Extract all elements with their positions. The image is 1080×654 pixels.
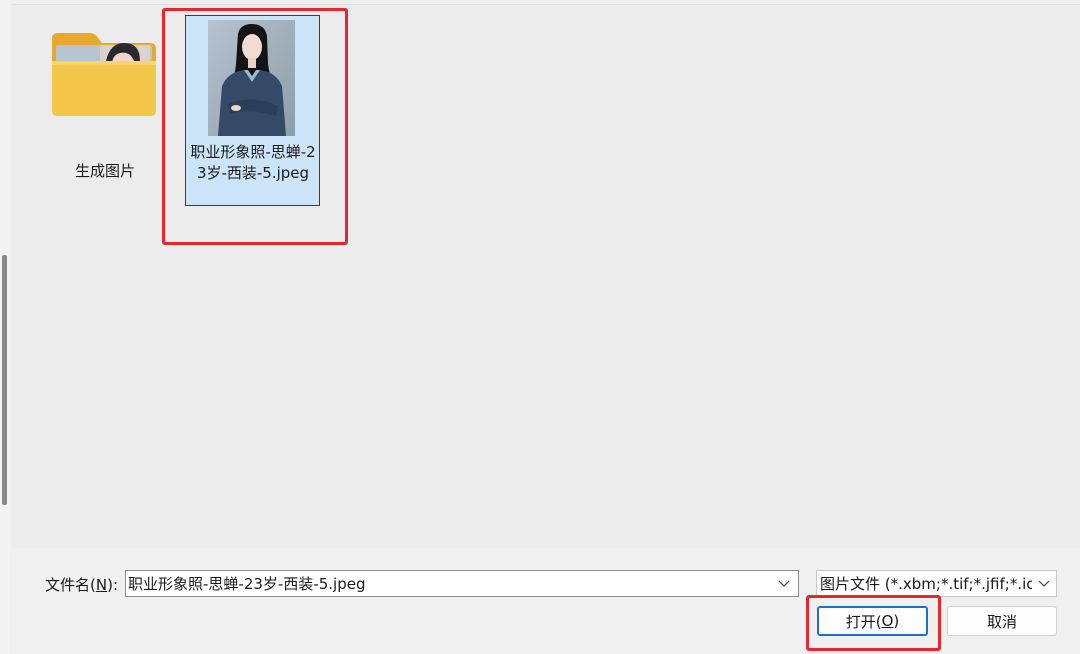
folder-item-generated-images[interactable]: 生成图片	[48, 25, 162, 180]
file-list-pane[interactable]: 生成图片 职业形象照-思蝉-23岁-西装-5.jpeg	[12, 4, 1080, 549]
left-scrollbar[interactable]	[0, 0, 10, 654]
filename-combobox[interactable]	[125, 570, 799, 597]
file-item-selected-jpeg[interactable]: 职业形象照-思蝉-23岁-西装-5.jpeg	[185, 15, 320, 206]
filetype-value: 图片文件 (*.xbm;*.tif;*.jfif;*.ico;	[820, 575, 1032, 593]
file-label: 职业形象照-思蝉-23岁-西装-5.jpeg	[190, 143, 316, 182]
folder-label: 生成图片	[74, 162, 135, 180]
open-button[interactable]: 打开(O)	[817, 606, 928, 636]
cancel-button[interactable]: 取消	[947, 606, 1057, 636]
filename-label: 文件名(N):	[45, 576, 118, 594]
image-thumbnail	[208, 20, 295, 136]
filetype-dropdown[interactable]: 图片文件 (*.xbm;*.tif;*.jfif;*.ico;	[816, 570, 1057, 597]
chevron-down-icon[interactable]	[774, 571, 794, 596]
filename-input[interactable]	[128, 572, 768, 595]
scrollbar-thumb[interactable]	[2, 255, 7, 505]
dialog-footer: 文件名(N): 图片文件 (*.xbm;*.tif;*.jfif;*.ico; …	[12, 548, 1080, 654]
chevron-down-icon[interactable]	[1034, 571, 1054, 596]
folder-icon	[50, 31, 158, 117]
